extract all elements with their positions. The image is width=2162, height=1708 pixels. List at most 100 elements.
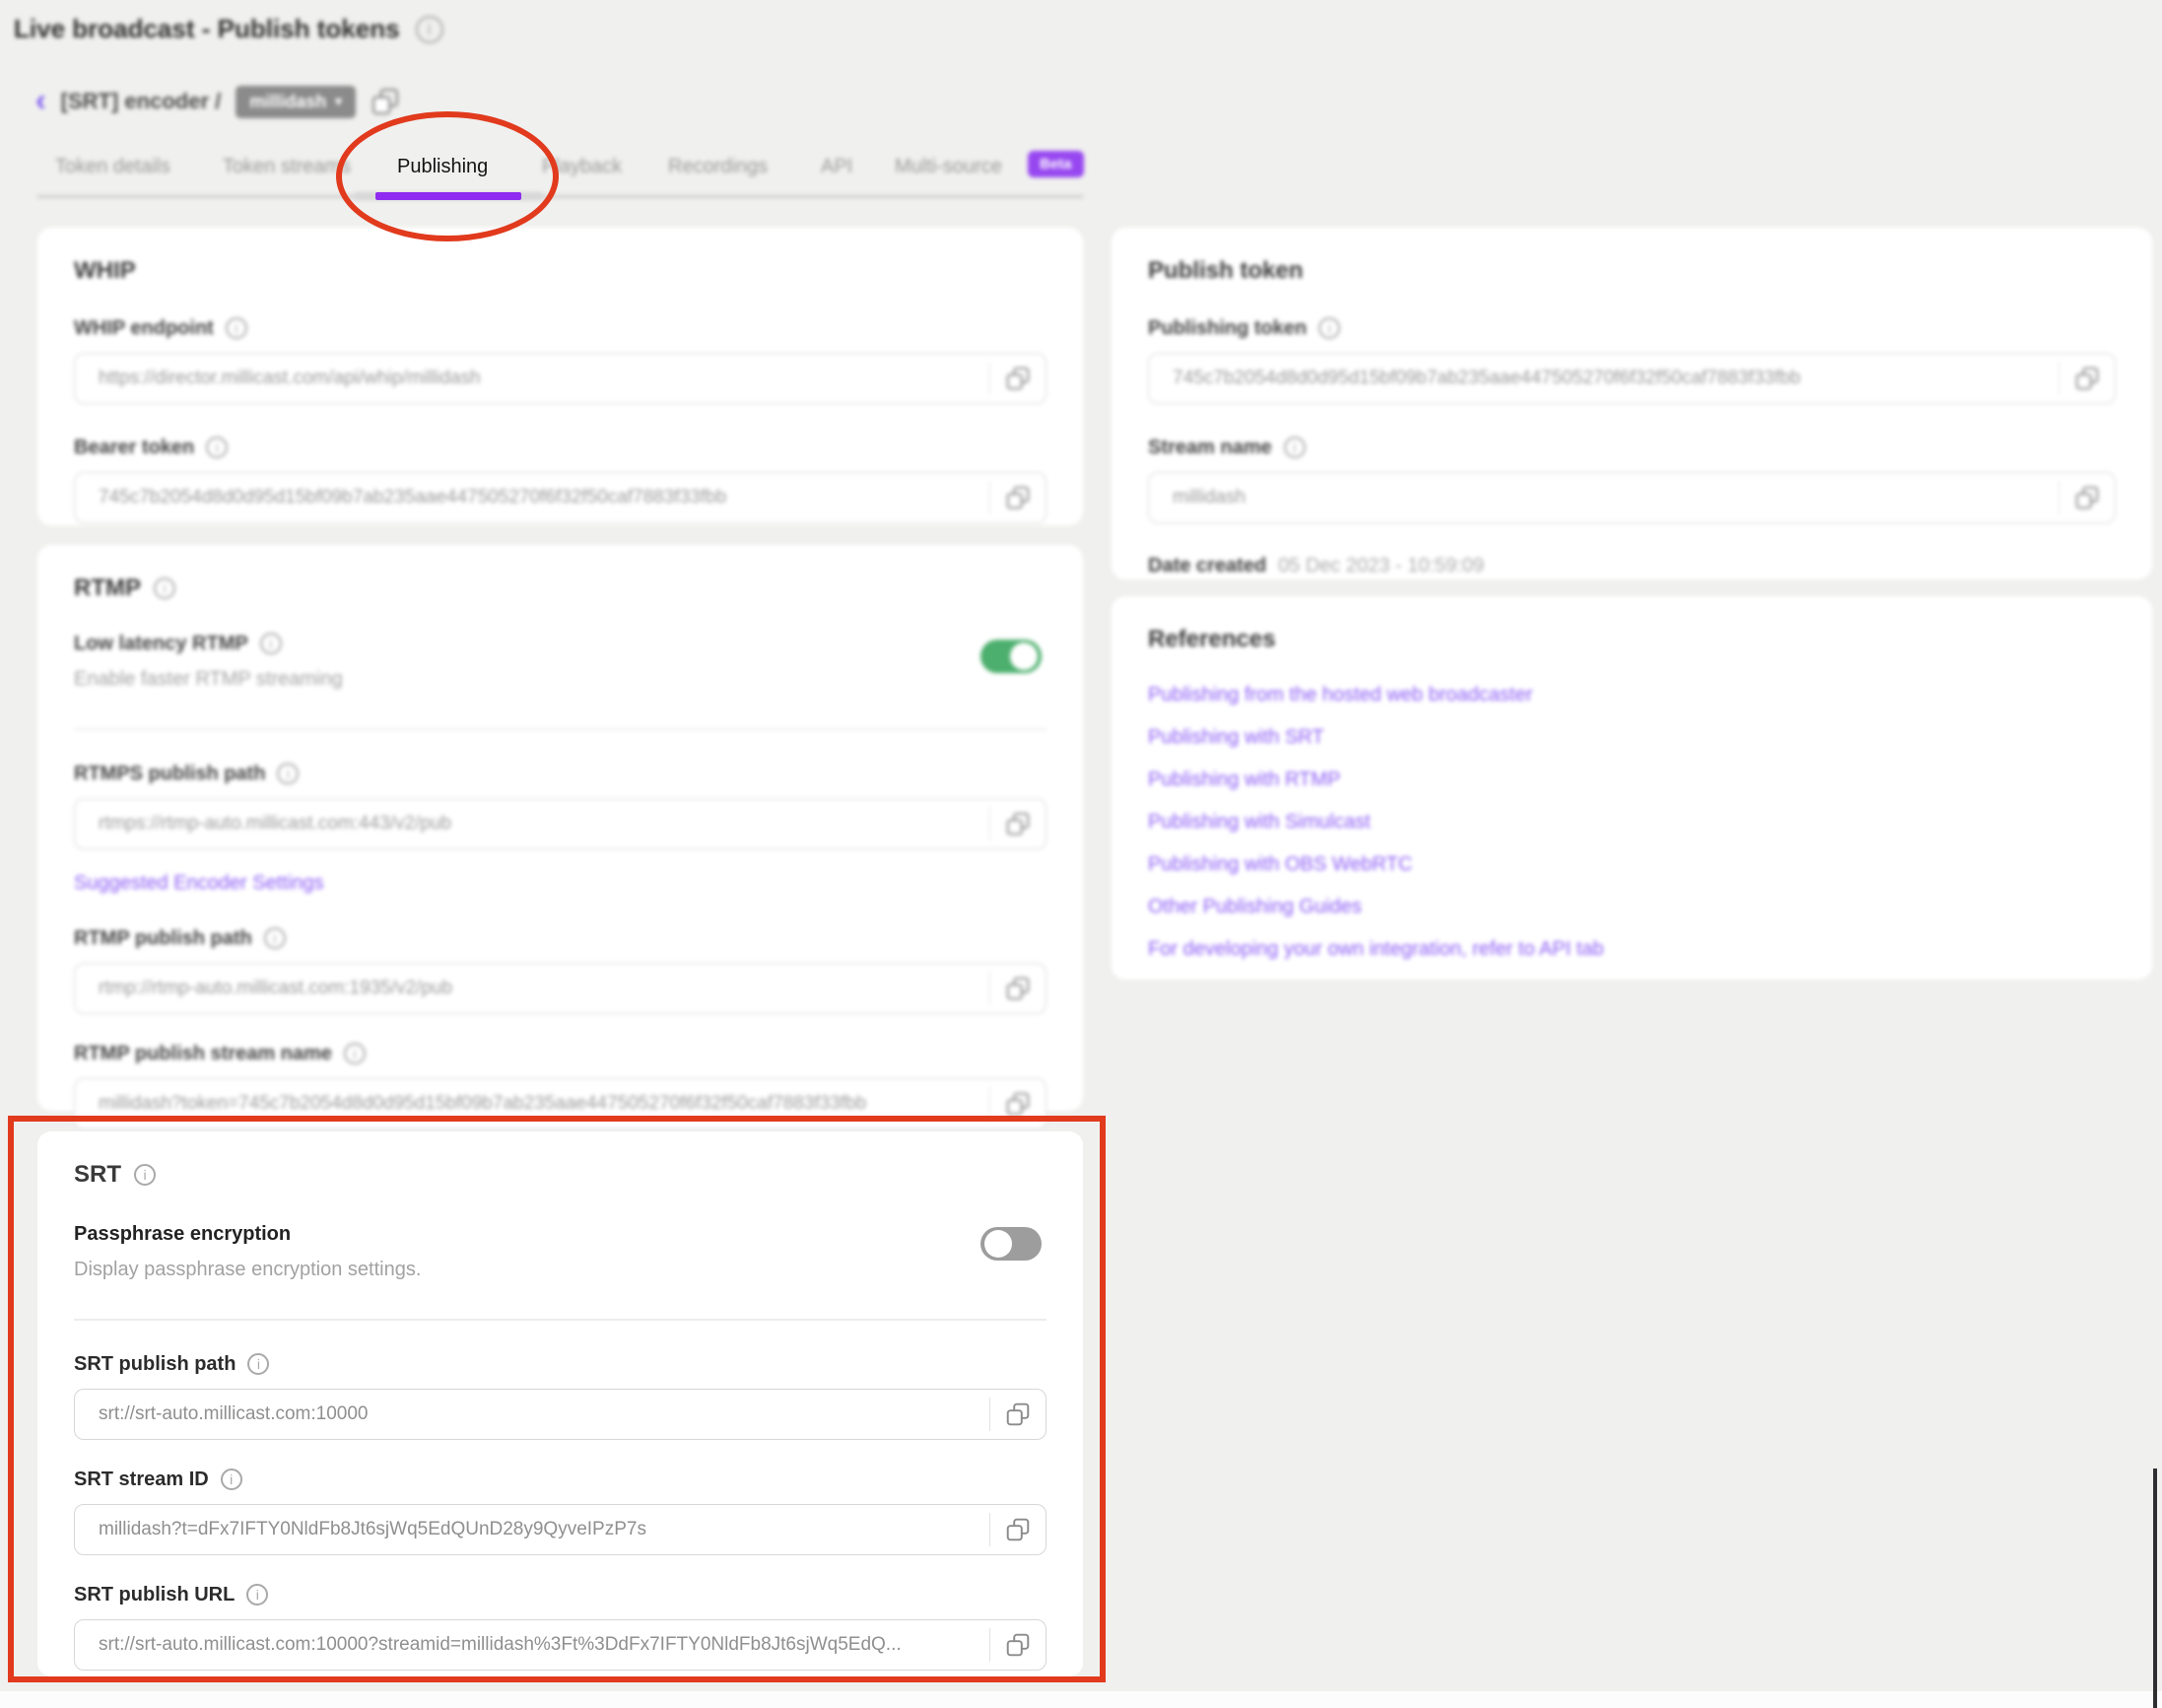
publishing-token-field[interactable]: 745c7b2054d8d0d95d15bf09b7ab235aae447505… [1148,353,2116,404]
publishing-token-value[interactable]: 745c7b2054d8d0d95d15bf09b7ab235aae447505… [1149,368,2059,389]
token-name-dropdown[interactable]: millidash [236,86,356,118]
srt-publish-url-label: SRT publish URL [74,1583,235,1606]
low-latency-rtmp-toggle[interactable] [980,640,1042,673]
rtmp-publish-path-value[interactable]: rtmp://rtmp-auto.millicast.com:1935/v2/p… [75,978,989,999]
beta-badge: Beta [1028,151,1084,177]
copy-whip-endpoint-button[interactable] [990,354,1046,403]
reference-link-publishing-with-obs-webrtc[interactable]: Publishing with OBS WebRTC [1148,853,2116,876]
srt-publish-url-value[interactable]: srt://srt-auto.millicast.com:10000?strea… [75,1634,989,1656]
copy-icon [371,87,400,116]
info-icon[interactable] [221,1469,242,1490]
rtmps-publish-path-field[interactable]: rtmps://rtmp-auto.millicast.com:443/v2/p… [74,798,1047,850]
srt-stream-id-field[interactable]: millidash?t=dFx7IFTY0NldFb8Jt6sjWq5EdQUn… [74,1504,1047,1555]
srt-stream-id-label: SRT stream ID [74,1468,209,1491]
passphrase-encryption-toggle[interactable] [980,1227,1042,1261]
tab-track [37,195,1083,198]
tab-playback[interactable]: Playback [542,156,622,178]
rtmp-publish-stream-name-label: RTMP publish stream name [74,1042,332,1065]
copy-icon [1005,976,1031,1001]
reference-link-other-publishing-guides[interactable]: Other Publishing Guides [1148,895,2116,919]
passphrase-encryption-description: Display passphrase encryption settings. [74,1258,1047,1281]
publishing-token-label: Publishing token [1148,316,1307,340]
info-icon[interactable] [1284,437,1306,458]
rtmp-card: RTMP Low latency RTMP Enable faster RTMP… [37,545,1083,1111]
stream-name-field[interactable]: millidash [1148,472,2116,523]
divider [74,728,1047,730]
rtmp-publish-stream-name-value[interactable]: millidash?token=745c7b2054d8d0d95d15bf09… [75,1093,989,1115]
tab-token-streams[interactable]: Token streams [223,156,351,178]
copy-icon [1005,1517,1031,1542]
copy-rtmp-path-button[interactable] [990,964,1046,1013]
copy-icon [2074,366,2100,391]
info-icon[interactable] [260,633,282,654]
rtmps-publish-path-label: RTMPS publish path [74,762,265,786]
low-latency-rtmp-description: Enable faster RTMP streaming [74,667,1047,691]
publish-token-card-title: Publish token [1148,257,1303,285]
info-icon[interactable] [206,437,228,458]
suggested-encoder-settings-link[interactable]: Suggested Encoder Settings [74,871,324,895]
srt-publish-path-value[interactable]: srt://srt-auto.millicast.com:10000 [75,1403,989,1425]
info-icon[interactable] [134,1164,156,1186]
info-icon[interactable] [416,16,443,43]
rtmps-publish-path-value[interactable]: rtmps://rtmp-auto.millicast.com:443/v2/p… [75,813,989,835]
toggle-knob [1010,643,1038,670]
tab-api[interactable]: API [821,156,852,178]
srt-stream-id-value[interactable]: millidash?t=dFx7IFTY0NldFb8Jt6sjWq5EdQUn… [75,1519,989,1540]
divider [74,1319,1047,1321]
rtmp-publish-stream-name-field[interactable]: millidash?token=745c7b2054d8d0d95d15bf09… [74,1078,1047,1129]
srt-publish-path-label: SRT publish path [74,1352,236,1376]
tab-publishing[interactable]: Publishing [397,156,488,178]
whip-endpoint-field[interactable]: https://director.millicast.com/api/whip/… [74,353,1047,404]
info-icon[interactable] [277,763,299,785]
rtmp-publish-path-field[interactable]: rtmp://rtmp-auto.millicast.com:1935/v2/p… [74,963,1047,1014]
copy-token-name-button[interactable] [371,87,400,116]
copy-icon [2074,485,2100,511]
copy-icon [1005,811,1031,837]
copy-srt-stream-id-button[interactable] [990,1505,1046,1554]
reference-link-hosted-web-broadcaster[interactable]: Publishing from the hosted web broadcast… [1148,683,2116,707]
srt-publish-path-field[interactable]: srt://srt-auto.millicast.com:10000 [74,1389,1047,1440]
rtmp-publish-path-label: RTMP publish path [74,926,252,950]
info-icon[interactable] [226,317,247,339]
whip-card: WHIP WHIP endpoint https://director.mill… [37,228,1083,525]
reference-link-publishing-with-rtmp[interactable]: Publishing with RTMP [1148,768,2116,791]
active-tab-indicator [375,192,521,200]
date-created-label: Date created [1148,555,1266,578]
date-created-value: 05 Dec 2023 - 10:59:09 [1278,555,1484,578]
srt-publish-url-field[interactable]: srt://srt-auto.millicast.com:10000?strea… [74,1619,1047,1671]
copy-srt-publish-path-button[interactable] [990,1390,1046,1439]
bearer-token-value[interactable]: 745c7b2054d8d0d95d15bf09b7ab235aae447505… [75,487,989,509]
breadcrumb: [SRT] encoder / millidash [35,83,400,120]
references-list: Publishing from the hosted web broadcast… [1148,683,2116,961]
back-chevron-icon[interactable] [35,84,46,115]
stream-name-value[interactable]: millidash [1149,487,2059,509]
info-icon[interactable] [264,927,286,949]
copy-publishing-token-button[interactable] [2060,354,2115,403]
bearer-token-field[interactable]: 745c7b2054d8d0d95d15bf09b7ab235aae447505… [74,472,1047,523]
info-icon[interactable] [344,1043,366,1064]
copy-icon [1005,366,1031,391]
copy-rtmp-stream-name-button[interactable] [990,1079,1046,1128]
tab-recordings[interactable]: Recordings [668,156,768,178]
tab-multi-source[interactable]: Multi-source [895,156,1002,178]
bearer-token-label: Bearer token [74,436,194,459]
copy-bearer-token-button[interactable] [990,473,1046,522]
whip-endpoint-value[interactable]: https://director.millicast.com/api/whip/… [75,368,989,389]
info-icon[interactable] [247,1353,269,1375]
tab-token-details[interactable]: Token details [55,156,170,178]
copy-icon [1005,485,1031,511]
info-icon[interactable] [246,1584,268,1606]
srt-card-title: SRT [74,1161,121,1189]
copy-srt-publish-url-button[interactable] [990,1620,1046,1670]
reference-link-publishing-with-srt[interactable]: Publishing with SRT [1148,725,2116,749]
info-icon[interactable] [154,578,175,599]
toggle-knob [984,1230,1012,1258]
token-name-label: millidash [249,92,326,112]
stream-name-label: Stream name [1148,436,1272,459]
reference-link-api-integration[interactable]: For developing your own integration, ref… [1148,937,2116,961]
srt-card: SRT Passphrase encryption Display passph… [37,1131,1083,1676]
info-icon[interactable] [1318,317,1340,339]
copy-rtmps-path-button[interactable] [990,799,1046,849]
reference-link-publishing-with-simulcast[interactable]: Publishing with Simulcast [1148,810,2116,834]
copy-stream-name-button[interactable] [2060,473,2115,522]
